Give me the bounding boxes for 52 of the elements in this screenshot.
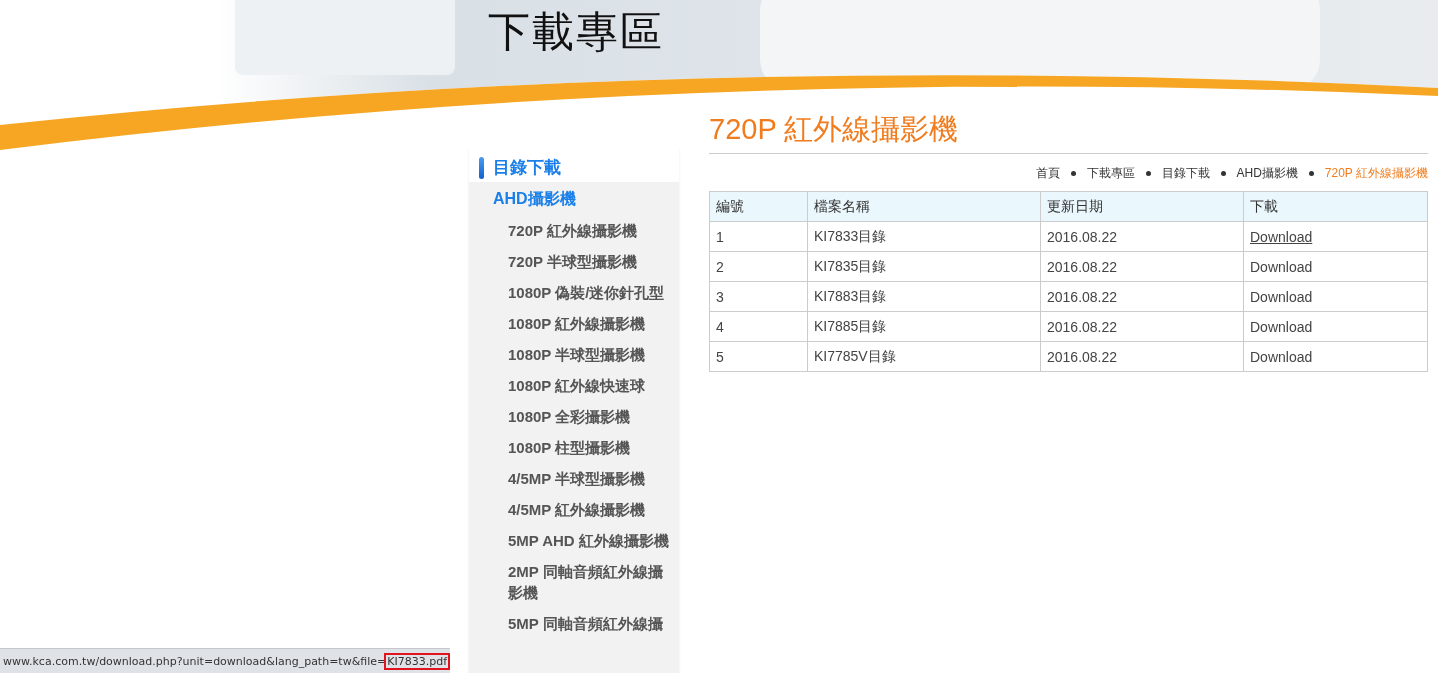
separator-dot-icon [1070,171,1076,176]
table-cell: 2016.08.22 [1040,311,1244,342]
column-header: 檔案名稱 [807,191,1041,222]
table-cell: 1 [709,221,808,252]
page-header-title: 下載專區 [488,7,664,57]
breadcrumb-link[interactable]: 目錄下載 [1161,165,1210,182]
download-link[interactable]: Download [1250,258,1313,275]
heading-marker-icon [479,156,484,179]
table-cell: 2016.08.22 [1040,221,1244,252]
breadcrumb-link[interactable]: AHD攝影機 [1236,165,1298,182]
sidebar-heading: 目錄下載 [493,157,561,179]
breadcrumb-link[interactable]: 首頁 [1035,165,1060,182]
download-link[interactable]: Download [1250,318,1313,335]
highlighted-filename: KI7833.pdf [386,654,449,668]
sidebar-item[interactable]: 4/5MP 紅外線攝影機 [469,494,679,525]
sidebar-item[interactable]: 1080P 柱型攝影機 [469,432,679,463]
breadcrumb-link[interactable]: 下載專區 [1086,165,1135,182]
sidebar-item[interactable]: 1080P 偽裝/迷你針孔型 [469,277,679,308]
sidebar-category[interactable]: AHD攝影機 [469,182,679,215]
sidebar-item[interactable]: 2MP 同軸音頻紅外線攝影機 [469,556,679,608]
table-cell: KI7833目錄 [807,221,1041,252]
sidebar-item[interactable]: 720P 紅外線攝影機 [469,215,679,246]
table-cell: 4 [709,311,808,342]
column-header: 編號 [709,191,808,222]
sidebar-item[interactable]: 5MP 同軸音頻紅外線攝 [469,608,679,639]
table-cell: 5 [709,341,808,372]
separator-dot-icon [1308,171,1314,176]
sidebar-item[interactable]: 1080P 紅外線攝影機 [469,308,679,339]
download-link[interactable]: Download [1250,228,1313,245]
separator-dot-icon [1145,171,1151,176]
column-header: 下載 [1243,191,1428,222]
sidebar-item[interactable]: 1080P 半球型攝影機 [469,339,679,370]
table-cell: 3 [709,281,808,312]
sidebar-item[interactable]: 1080P 紅外線快速球 [469,370,679,401]
column-header: 更新日期 [1040,191,1244,222]
section-title: 720P 紅外線攝影機 [709,110,1428,154]
separator-dot-icon [1220,171,1226,176]
table-cell: KI7835目錄 [807,251,1041,282]
sidebar-item[interactable]: 720P 半球型攝影機 [469,246,679,277]
table-cell: KI7883目錄 [807,281,1041,312]
table-cell: KI7785V目錄 [807,341,1041,372]
table-cell: 2016.08.22 [1040,251,1244,282]
sidebar-item[interactable]: 1080P 全彩攝影機 [469,401,679,432]
download-link[interactable]: Download [1250,348,1313,365]
table-cell: KI7885目錄 [807,311,1041,342]
download-link[interactable]: Download [1250,288,1313,305]
sidebar-item[interactable]: 5MP AHD 紅外線攝影機 [469,525,679,556]
status-url: www.kca.com.tw/download.php?unit=download&lang_path=tw&file= [3,654,387,668]
table-cell: 2 [709,251,808,282]
table-cell: 2016.08.22 [1040,281,1244,312]
sidebar-item[interactable]: 4/5MP 半球型攝影機 [469,463,679,494]
table-cell: 2016.08.22 [1040,341,1244,372]
